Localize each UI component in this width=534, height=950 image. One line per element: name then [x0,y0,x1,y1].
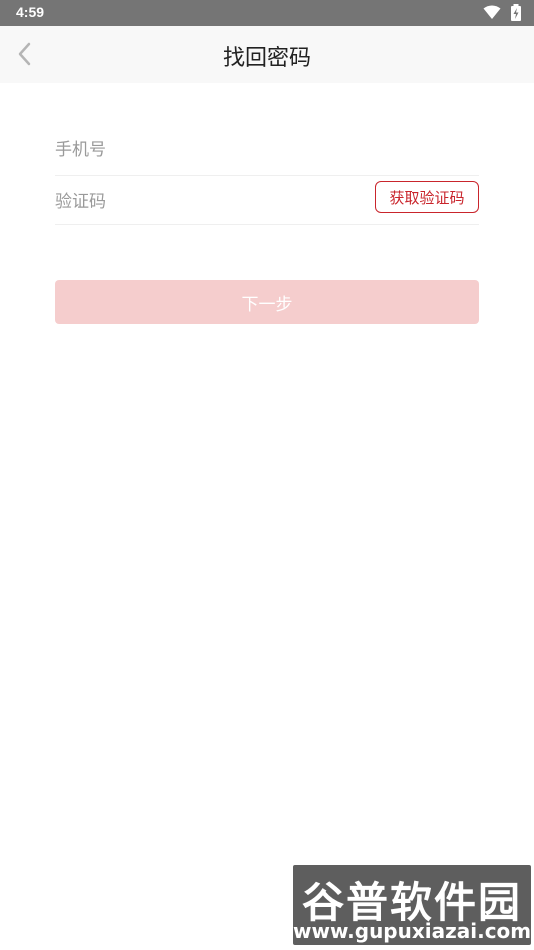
watermark-url: www.gupuxiazai.com [293,919,532,943]
phone-field [55,125,479,176]
battery-icon [511,4,521,21]
phone-input[interactable] [55,125,479,175]
verification-code-input[interactable] [55,177,355,227]
wifi-icon [483,5,501,19]
next-button[interactable]: 下一步 [55,280,479,324]
get-code-button[interactable]: 获取验证码 [375,181,479,213]
nav-bar: 找回密码 [0,26,534,83]
status-icons [483,4,522,22]
page-title: 找回密码 [222,46,311,71]
status-bar: 4:59 [0,0,534,26]
status-time: 4:59 [16,4,45,20]
watermark-logo: 谷普软件园 www.gupuxiazai.com [293,865,531,945]
code-field: 获取验证码 [55,174,479,227]
